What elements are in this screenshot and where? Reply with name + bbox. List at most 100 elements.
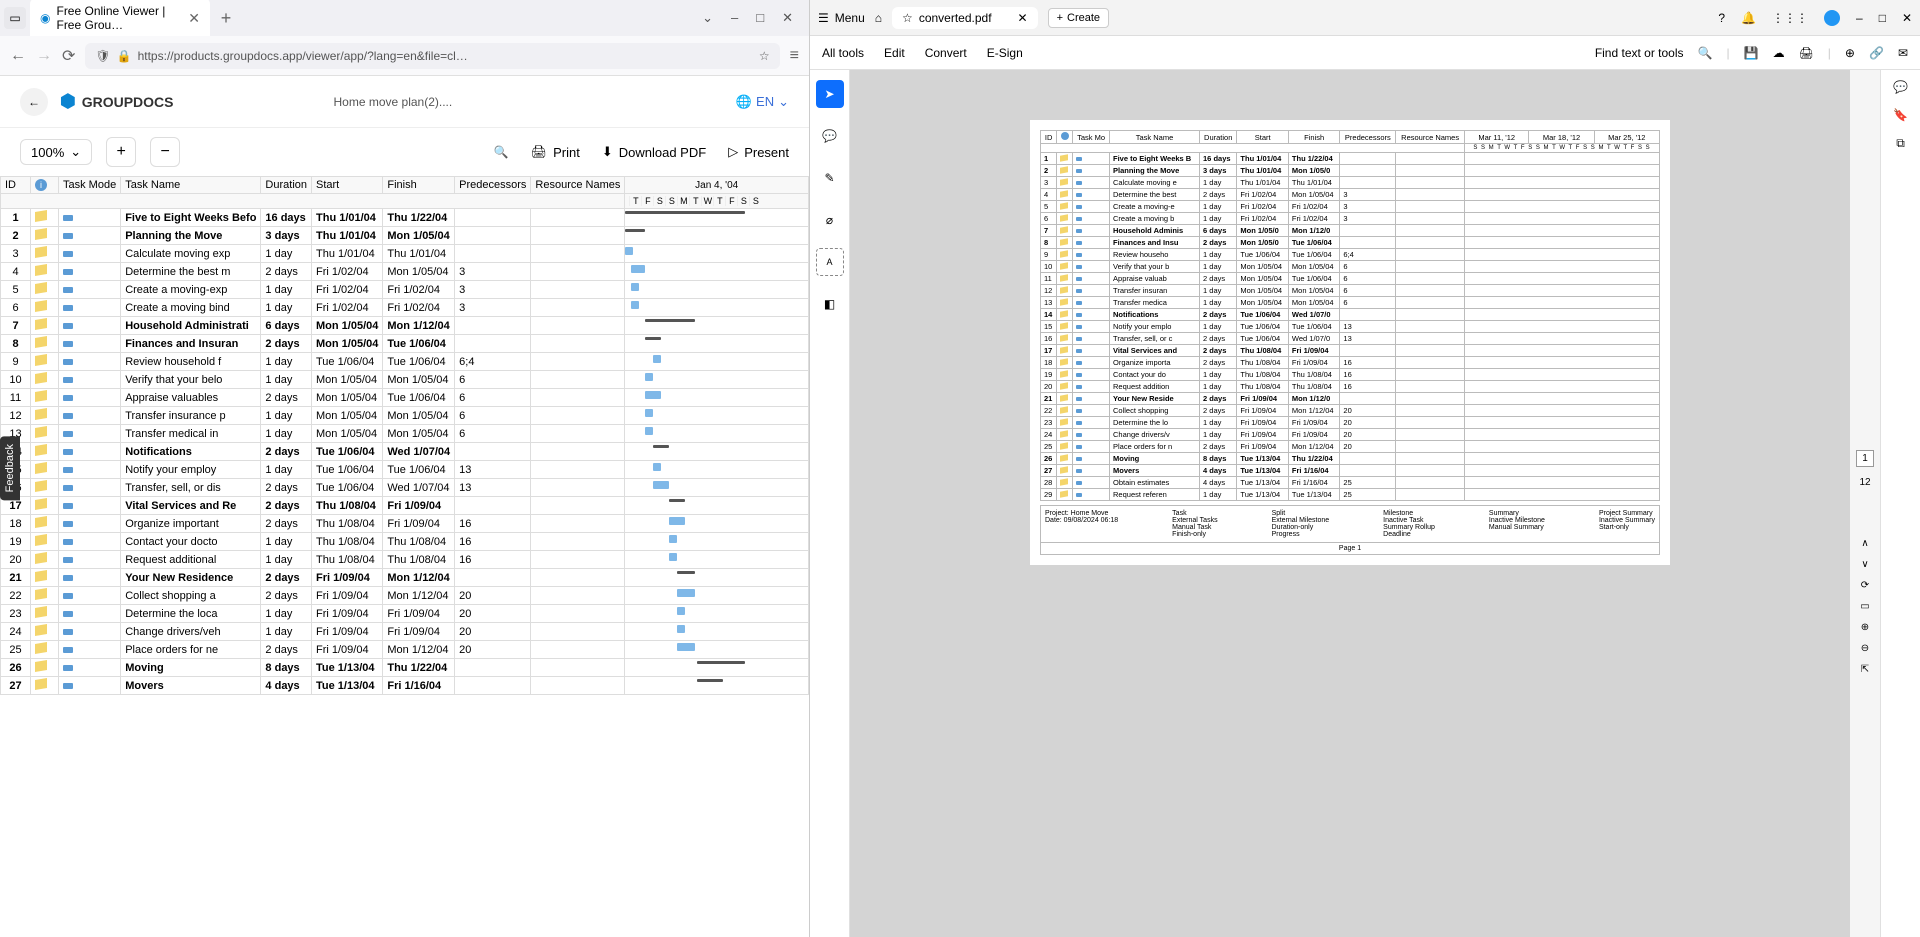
firefox-tab-overview-icon[interactable]: ▭: [4, 7, 26, 29]
table-row[interactable]: 7 Household Administrati 6 days Mon 1/05…: [1, 317, 809, 335]
gd-logo: ⬢ GROUPDOCS: [60, 91, 174, 112]
cloud-icon[interactable]: ☁: [1773, 46, 1785, 60]
bookmark-panel-icon[interactable]: 🔖: [1893, 108, 1908, 122]
acrobat-menu-button[interactable]: ☰ Menu: [818, 11, 865, 25]
find-text-label[interactable]: Find text or tools: [1595, 46, 1684, 60]
maximize-button[interactable]: □: [756, 10, 764, 26]
table-row[interactable]: 26 Moving 8 days Tue 1/13/04 Thu 1/22/04: [1, 659, 809, 677]
new-tab-button[interactable]: +: [214, 8, 238, 29]
comment-tool[interactable]: 💬: [816, 122, 844, 150]
table-row[interactable]: 17 Vital Services and Re 2 days Thu 1/08…: [1, 497, 809, 515]
convert-tab[interactable]: Convert: [925, 46, 967, 60]
table-row[interactable]: 27 Movers 4 days Tue 1/13/04 Fri 1/16/04: [1, 677, 809, 695]
download-pdf-button[interactable]: ⬇ Download PDF: [602, 144, 706, 160]
eraser-tool[interactable]: ◧: [816, 290, 844, 318]
table-row[interactable]: 16 Transfer, sell, or dis 2 days Tue 1/0…: [1, 479, 809, 497]
page-display-icon[interactable]: ▭: [1860, 601, 1869, 612]
edit-tab[interactable]: Edit: [884, 46, 905, 60]
language-selector[interactable]: 🌐 EN ⌄: [736, 94, 789, 110]
maximize-button[interactable]: □: [1879, 11, 1886, 25]
table-row[interactable]: 9 Review household f 1 day Tue 1/06/04 T…: [1, 353, 809, 371]
gd-back-button[interactable]: ←: [20, 88, 48, 116]
link-icon[interactable]: 🔗: [1869, 46, 1884, 60]
table-row[interactable]: 19 Contact your docto 1 day Thu 1/08/04 …: [1, 533, 809, 551]
mail-icon[interactable]: ✉: [1898, 46, 1908, 60]
table-row[interactable]: 3 Calculate moving exp 1 day Thu 1/01/04…: [1, 245, 809, 263]
profile-icon[interactable]: [1824, 10, 1840, 26]
tab-dropdown-icon[interactable]: ⌄: [702, 10, 713, 26]
lasso-tool[interactable]: ⌀: [816, 206, 844, 234]
search-icon[interactable]: 🔍: [494, 145, 509, 159]
assistant-icon[interactable]: ⊕: [1845, 46, 1855, 60]
zoom-out-button[interactable]: −: [150, 137, 180, 167]
table-row[interactable]: 18 Organize important 2 days Thu 1/08/04…: [1, 515, 809, 533]
search-icon[interactable]: 🔍: [1698, 46, 1713, 60]
print-icon[interactable]: 🖨: [1799, 46, 1814, 60]
copy-panel-icon[interactable]: ⧉: [1896, 136, 1905, 151]
minimize-button[interactable]: –: [731, 10, 738, 26]
select-tool[interactable]: ➤: [816, 80, 844, 108]
table-row[interactable]: 21 Your New Residence 2 days Fri 1/09/04…: [1, 569, 809, 587]
table-row[interactable]: 15 Notify your employ 1 day Tue 1/06/04 …: [1, 461, 809, 479]
save-icon[interactable]: 💾: [1744, 46, 1759, 60]
star-icon[interactable]: ☆: [759, 49, 770, 63]
firefox-tab[interactable]: ◉ Free Online Viewer | Free Grou… ✕: [30, 0, 210, 38]
hamburger-icon[interactable]: ≡: [790, 47, 799, 65]
apps-icon[interactable]: ⋮⋮⋮: [1772, 11, 1808, 25]
table-row: 4Determine the best2 daysFri 1/02/04Mon …: [1041, 189, 1660, 201]
home-icon[interactable]: ⌂: [875, 11, 882, 25]
table-row[interactable]: 22 Collect shopping a 2 days Fri 1/09/04…: [1, 587, 809, 605]
fit-icon[interactable]: ⇱: [1861, 664, 1869, 675]
print-button[interactable]: 🖨 Print: [531, 144, 580, 160]
back-icon[interactable]: ←: [10, 47, 26, 65]
table-row[interactable]: 23 Determine the loca 1 day Fri 1/09/04 …: [1, 605, 809, 623]
table-row[interactable]: 14 Notifications 2 days Tue 1/06/04 Wed …: [1, 443, 809, 461]
text-select-tool[interactable]: A: [816, 248, 844, 276]
close-tab-icon[interactable]: ✕: [1018, 11, 1028, 25]
forward-icon[interactable]: →: [36, 47, 52, 65]
create-button[interactable]: + Create: [1048, 8, 1109, 28]
star-icon[interactable]: ☆: [902, 11, 913, 25]
feedback-tab[interactable]: Feedback: [0, 436, 20, 500]
chat-panel-icon[interactable]: 💬: [1893, 80, 1908, 94]
url-input[interactable]: 🛡 🔒 https://products.groupdocs.app/viewe…: [85, 43, 779, 69]
zoom-in-button[interactable]: +: [106, 137, 136, 167]
close-tab-icon[interactable]: ✕: [188, 10, 200, 27]
table-row[interactable]: 4 Determine the best m 2 days Fri 1/02/0…: [1, 263, 809, 281]
table-row: 24Change drivers/v1 dayFri 1/09/04Fri 1/…: [1041, 429, 1660, 441]
rotate-icon[interactable]: ⟳: [1861, 580, 1869, 591]
table-row[interactable]: 12 Transfer insurance p 1 day Mon 1/05/0…: [1, 407, 809, 425]
bell-icon[interactable]: 🔔: [1741, 11, 1756, 25]
table-row[interactable]: 10 Verify that your belo 1 day Mon 1/05/…: [1, 371, 809, 389]
all-tools-tab[interactable]: All tools: [822, 46, 864, 60]
acrobat-tab[interactable]: ☆ converted.pdf ✕: [892, 7, 1038, 29]
table-row[interactable]: 13 Transfer medical in 1 day Mon 1/05/04…: [1, 425, 809, 443]
zoom-out-icon[interactable]: ⊖: [1861, 643, 1869, 654]
help-icon[interactable]: ?: [1718, 11, 1725, 25]
minimize-button[interactable]: –: [1856, 11, 1863, 25]
scroll-down-icon[interactable]: ∨: [1861, 559, 1868, 570]
lang-code: EN: [756, 94, 774, 109]
zoom-selector[interactable]: 100% ⌄: [20, 139, 92, 165]
table-row[interactable]: 5 Create a moving-exp 1 day Fri 1/02/04 …: [1, 281, 809, 299]
table-row[interactable]: 2 Planning the Move 3 days Thu 1/01/04 M…: [1, 227, 809, 245]
table-row[interactable]: 1 Five to Eight Weeks Befo 16 days Thu 1…: [1, 209, 809, 227]
reload-icon[interactable]: ⟳: [62, 46, 75, 66]
zoom-in-icon[interactable]: ⊕: [1861, 622, 1869, 633]
table-row[interactable]: 6 Create a moving bind 1 day Fri 1/02/04…: [1, 299, 809, 317]
table-row[interactable]: 24 Change drivers/veh 1 day Fri 1/09/04 …: [1, 623, 809, 641]
info-icon: i: [35, 179, 47, 191]
page-current[interactable]: 1: [1856, 450, 1874, 467]
table-row[interactable]: 8 Finances and Insuran 2 days Mon 1/05/0…: [1, 335, 809, 353]
scroll-up-icon[interactable]: ∧: [1861, 538, 1868, 549]
close-window-button[interactable]: ✕: [782, 10, 793, 26]
table-row[interactable]: 20 Request additional 1 day Thu 1/08/04 …: [1, 551, 809, 569]
close-window-button[interactable]: ✕: [1902, 11, 1912, 25]
table-row[interactable]: 25 Place orders for ne 2 days Fri 1/09/0…: [1, 641, 809, 659]
esign-tab[interactable]: E-Sign: [987, 46, 1023, 60]
col-finish: Finish: [383, 177, 455, 194]
pdf-canvas[interactable]: ID Task Mo Task Name Duration Start Fini…: [850, 70, 1850, 937]
pencil-tool[interactable]: ✎: [816, 164, 844, 192]
present-button[interactable]: ▷ Present: [728, 144, 789, 160]
table-row[interactable]: 11 Appraise valuables 2 days Mon 1/05/04…: [1, 389, 809, 407]
